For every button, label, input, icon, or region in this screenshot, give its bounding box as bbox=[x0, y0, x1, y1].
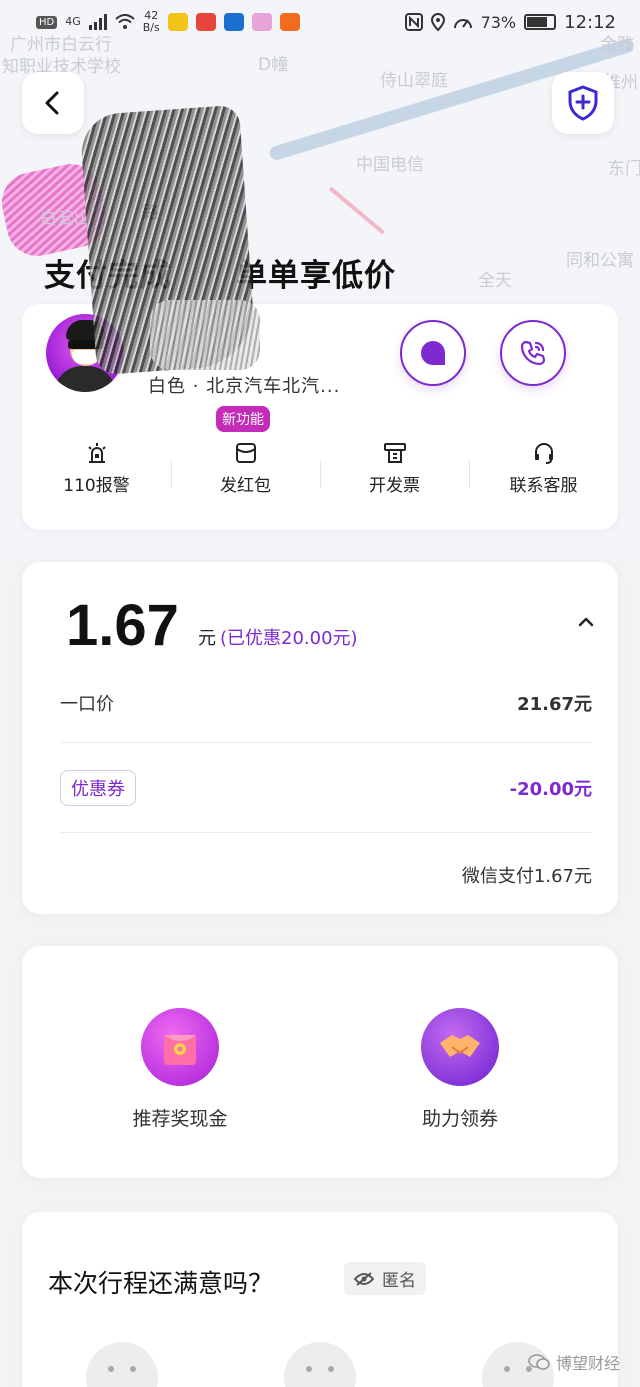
reward-label: 助力领券 bbox=[421, 1108, 498, 1130]
customer-service-icon bbox=[534, 443, 553, 464]
map-label: 全天 bbox=[478, 271, 512, 291]
watermark-text: 博望财经 bbox=[555, 1354, 620, 1373]
app-notification-icon bbox=[195, 13, 216, 31]
reward-card: 推荐奖现金 助力领券 bbox=[22, 946, 618, 1178]
wechat-icon bbox=[528, 1354, 550, 1370]
anonymous-toggle[interactable]: 匿名 bbox=[344, 1262, 426, 1295]
taobao-app-icon bbox=[279, 13, 300, 31]
new-feature-badge: 新功能 bbox=[216, 406, 270, 432]
back-button[interactable] bbox=[22, 72, 84, 134]
map-road bbox=[328, 186, 385, 235]
map-label: 东门 bbox=[608, 159, 640, 179]
issue-invoice-button[interactable]: 开发票 bbox=[320, 424, 469, 504]
signal-icon bbox=[88, 14, 107, 30]
total-price: 1.67 bbox=[66, 593, 179, 658]
redaction-scribble bbox=[150, 300, 260, 370]
battery-icon bbox=[524, 14, 557, 30]
shield-plus-icon bbox=[568, 85, 598, 121]
handshake-icon bbox=[421, 1008, 499, 1086]
chevron-up-icon[interactable] bbox=[578, 614, 594, 630]
app-notification-icon bbox=[251, 13, 272, 31]
alarm-icon bbox=[87, 443, 106, 463]
reward-label: 推荐奖现金 bbox=[132, 1108, 228, 1130]
action-label: 110报警 bbox=[63, 476, 130, 496]
wifi-icon bbox=[115, 14, 135, 29]
divider bbox=[60, 832, 592, 833]
watermark: 博望财经 bbox=[528, 1350, 620, 1374]
action-label: 发红包 bbox=[220, 476, 271, 496]
coupon-value: -20.00元 bbox=[509, 779, 592, 800]
call-driver-button[interactable] bbox=[500, 320, 566, 386]
action-label: 开发票 bbox=[369, 476, 420, 496]
map-label: 侍山翠庭 bbox=[380, 71, 448, 91]
invoice-icon bbox=[383, 443, 406, 463]
action-label: 联系客服 bbox=[509, 476, 578, 496]
network-type: 4G bbox=[65, 15, 81, 28]
send-red-envelope-button[interactable]: 发红包 bbox=[171, 424, 320, 504]
discount-summary: (已优惠20.00元) bbox=[220, 628, 358, 649]
meituan-app-icon bbox=[167, 13, 188, 31]
divider bbox=[60, 742, 592, 743]
base-price-value: 21.67元 bbox=[517, 694, 592, 715]
payment-row: 微信支付1.67元 bbox=[60, 862, 592, 888]
app-notification-icon bbox=[223, 13, 244, 31]
eye-off-icon bbox=[354, 1271, 374, 1286]
red-envelope-icon bbox=[235, 443, 256, 463]
battery-percent: 73% bbox=[480, 12, 517, 32]
message-driver-button[interactable] bbox=[400, 320, 466, 386]
price-unit: 元 bbox=[198, 628, 216, 649]
chat-bubble-icon bbox=[421, 341, 445, 365]
nfc-icon bbox=[404, 13, 423, 31]
car-info: 白色 · 北京汽车北汽... bbox=[148, 376, 341, 397]
assist-coupon-button[interactable]: 助力领券 bbox=[380, 1008, 540, 1131]
speed-icon bbox=[453, 19, 472, 29]
rating-question: 本次行程还满意吗？ bbox=[48, 1269, 274, 1298]
customer-service-button[interactable]: 联系客服 bbox=[469, 424, 618, 504]
referral-cash-button[interactable]: 推荐奖现金 bbox=[100, 1008, 260, 1131]
coupon-row: 优惠券 -20.00元 bbox=[60, 770, 592, 806]
anonymous-label: 匿名 bbox=[382, 1271, 416, 1291]
rating-face-neutral[interactable] bbox=[284, 1342, 356, 1387]
police-110-button[interactable]: 110报警 bbox=[22, 424, 171, 504]
base-price-row: 一口价 21.67元 bbox=[60, 690, 592, 716]
hd-badge: HD bbox=[36, 15, 58, 29]
safety-shield-button[interactable] bbox=[552, 72, 614, 134]
price-card: 1.67 元 (已优惠20.00元) 一口价 21.67元 优惠券 -20.00… bbox=[22, 562, 618, 914]
phone-icon bbox=[520, 340, 546, 366]
map-label: 中国电信 bbox=[356, 155, 424, 175]
location-icon bbox=[430, 13, 445, 31]
coupon-tag: 优惠券 bbox=[60, 770, 136, 806]
payment-method: 微信支付1.67元 bbox=[461, 866, 592, 887]
status-bar: HD 4G 42 B/s 73% 12:12 bbox=[0, 0, 640, 44]
map-label: D幢 bbox=[258, 55, 289, 75]
base-price-label: 一口价 bbox=[60, 694, 114, 715]
map-label: 白云山 bbox=[40, 209, 91, 229]
net-speed: 42 B/s bbox=[142, 9, 160, 34]
clock-time: 12:12 bbox=[564, 11, 616, 33]
back-arrow-icon bbox=[45, 91, 59, 115]
rating-face-bad[interactable] bbox=[86, 1342, 158, 1387]
cash-gift-icon bbox=[141, 1008, 219, 1086]
map-label: 同和公寓 bbox=[566, 251, 634, 271]
driver-actions: 110报警 发红包 开发票 联系客服 bbox=[22, 424, 618, 504]
